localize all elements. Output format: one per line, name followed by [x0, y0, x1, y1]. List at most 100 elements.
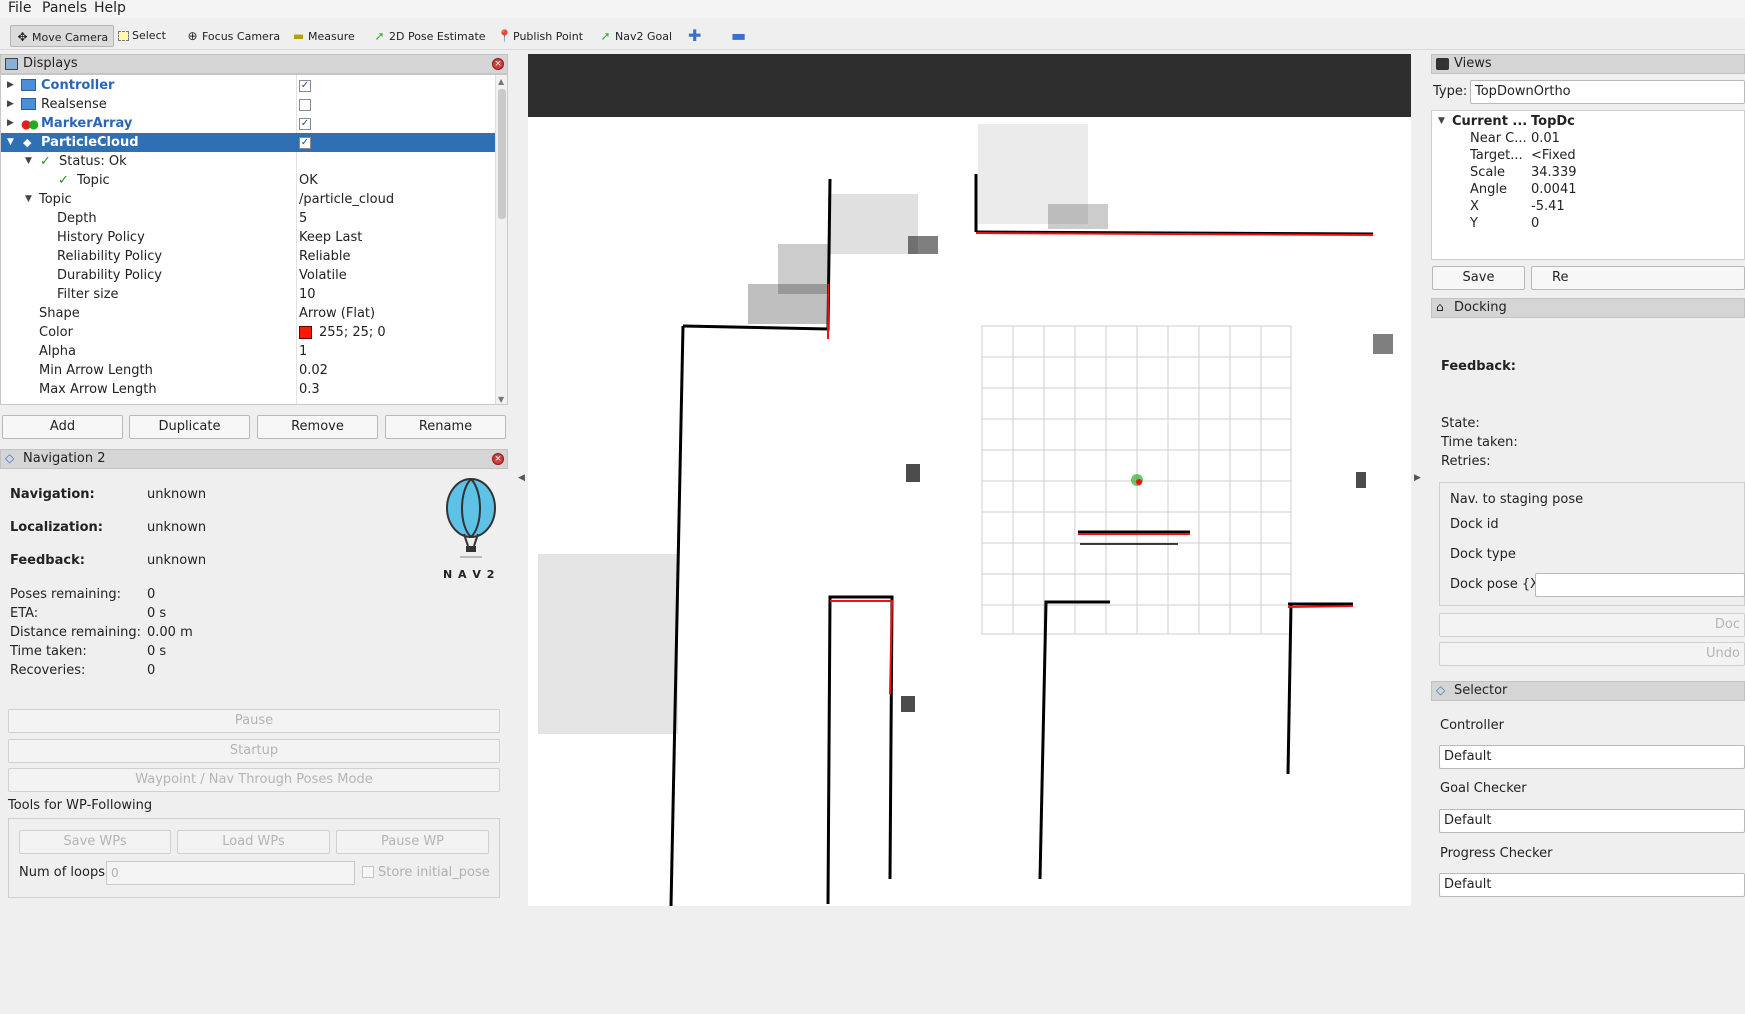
map-pin-icon: 📍	[497, 29, 512, 43]
expand-arrow-icon[interactable]: ▶	[7, 76, 14, 95]
display-item-markerarray[interactable]: ▶ ●● MarkerArray ✓	[1, 114, 495, 133]
scroll-up-icon[interactable]: ▲	[498, 77, 504, 86]
remove-view-button[interactable]: Re	[1531, 266, 1745, 290]
collapse-arrow-icon[interactable]: ▼	[7, 133, 14, 152]
map-canvas[interactable]	[528, 54, 1411, 906]
property-value: 34.339	[1531, 165, 1577, 180]
duplicate-display-button[interactable]: Duplicate	[129, 415, 250, 439]
collapse-left-icon[interactable]: ◀	[518, 473, 525, 483]
view-prop-row[interactable]: Scale 34.339	[1432, 164, 1744, 181]
measure-tool[interactable]: ▬ Measure	[292, 25, 355, 47]
displays-panel-header: Displays ×	[0, 54, 508, 74]
ruler-icon: ▬	[292, 29, 305, 43]
load-wps-button[interactable]: Load WPs	[177, 830, 330, 854]
property-shape[interactable]: Shape Arrow (Flat)	[1, 304, 495, 323]
view-prop-row[interactable]: Near C... 0.01	[1432, 130, 1744, 147]
topic-status-row[interactable]: ✓ Topic OK	[1, 171, 495, 190]
pause-button[interactable]: Pause	[8, 709, 500, 733]
goal-checker-select[interactable]: Default	[1439, 809, 1745, 833]
expand-arrow-icon[interactable]: ▶	[7, 95, 14, 114]
expand-arrow-icon[interactable]: ▶	[7, 114, 14, 133]
view-prop-row[interactable]: Target... <Fixed	[1432, 147, 1744, 164]
focus-camera-tool[interactable]: ⊕ Focus Camera	[186, 25, 280, 47]
property-min-arrow[interactable]: Min Arrow Length 0.02	[1, 361, 495, 380]
property-alpha[interactable]: Alpha 1	[1, 342, 495, 361]
scrollbar-thumb[interactable]	[498, 89, 506, 219]
save-view-button[interactable]: Save	[1432, 266, 1525, 290]
view-type-select[interactable]: TopDownOrtho	[1470, 80, 1745, 104]
property-label: Scale	[1470, 165, 1505, 180]
eta-label: ETA:	[10, 606, 39, 621]
display-item-controller[interactable]: ▶ Controller ✓	[1, 76, 495, 95]
remove-tool-button[interactable]: ▬	[731, 25, 746, 47]
displays-tree: ▶ Controller ✓ ▶ Realsense ▶ ●● MarkerAr…	[0, 74, 508, 405]
property-max-arrow[interactable]: Max Arrow Length 0.3	[1, 380, 495, 399]
selector-panel-header: ◇ Selector	[1431, 681, 1745, 701]
display-item-particlecloud[interactable]: ▼ ◆ ParticleCloud ✓	[1, 133, 495, 152]
menu-panels[interactable]: Panels	[42, 0, 87, 17]
add-display-button[interactable]: Add	[2, 415, 123, 439]
close-icon[interactable]: ×	[492, 453, 504, 465]
property-value: Reliable	[299, 249, 351, 264]
property-filter-size[interactable]: Filter size 10	[1, 285, 495, 304]
nav2-logo-text: N A V 2	[443, 568, 496, 581]
displays-scrollbar[interactable]: ▲ ▼	[495, 75, 507, 404]
collapse-arrow-icon[interactable]: ▼	[25, 190, 32, 209]
status-row[interactable]: ▼ ✓ Status: Ok	[1, 152, 495, 171]
status-label: Status: Ok	[59, 154, 127, 169]
color-swatch[interactable]	[299, 326, 312, 339]
pose-estimate-tool[interactable]: ➚ 2D Pose Estimate	[373, 25, 485, 47]
publish-point-tool[interactable]: 📍Publish Point	[497, 25, 583, 47]
property-history[interactable]: History Policy Keep Last	[1, 228, 495, 247]
display-item-realsense[interactable]: ▶ Realsense	[1, 95, 495, 114]
undock-button[interactable]: Undo	[1439, 642, 1745, 666]
dock-pose-x-input[interactable]	[1535, 573, 1745, 597]
display-checkbox[interactable]: ✓	[299, 118, 311, 130]
store-initial-checkbox[interactable]	[362, 866, 374, 878]
waypoint-mode-button[interactable]: Waypoint / Nav Through Poses Mode	[8, 768, 500, 792]
view-prop-row[interactable]: Angle 0.0041	[1432, 181, 1744, 198]
current-view-row[interactable]: ▼ Current ... TopDc	[1432, 113, 1744, 130]
rename-display-button[interactable]: Rename	[385, 415, 506, 439]
display-checkbox[interactable]: ✓	[299, 80, 311, 92]
progress-checker-select[interactable]: Default	[1439, 873, 1745, 897]
select-tool[interactable]: Select	[118, 25, 166, 47]
robot-particles	[1131, 474, 1143, 486]
view-prop-row[interactable]: Y 0	[1432, 215, 1744, 232]
close-icon[interactable]: ×	[492, 58, 504, 70]
property-color[interactable]: Color 255; 25; 0	[1, 323, 495, 342]
menu-help[interactable]: Help	[94, 0, 126, 17]
display-checkbox[interactable]: ✓	[299, 137, 311, 149]
move-camera-tool[interactable]: ✥ Move Camera	[10, 25, 115, 47]
nav2-goal-tool[interactable]: ➚ Nav2 Goal	[599, 25, 672, 47]
collapse-arrow-icon[interactable]: ▼	[1438, 113, 1445, 130]
property-label: Target...	[1470, 148, 1523, 163]
dock-button[interactable]: Doc	[1439, 613, 1745, 637]
startup-button[interactable]: Startup	[8, 739, 500, 763]
property-reliability[interactable]: Reliability Policy Reliable	[1, 247, 495, 266]
num-loops-input[interactable]: 0	[106, 861, 355, 885]
diamond-icon: ◇	[5, 451, 15, 465]
property-durability[interactable]: Durability Policy Volatile	[1, 266, 495, 285]
feedback-value: unknown	[147, 553, 207, 568]
render-viewport[interactable]	[528, 54, 1411, 906]
controller-select[interactable]: Default	[1439, 745, 1745, 769]
plus-icon: ✚	[688, 26, 702, 45]
scroll-down-icon[interactable]: ▼	[498, 395, 504, 404]
menu-file[interactable]: File	[8, 0, 31, 17]
view-prop-row[interactable]: X -5.41	[1432, 198, 1744, 215]
property-topic[interactable]: ▼ Topic /particle_cloud	[1, 190, 495, 209]
display-label: Realsense	[41, 97, 107, 112]
property-label: Alpha	[39, 344, 76, 359]
property-depth[interactable]: Depth 5	[1, 209, 495, 228]
collapse-right-icon[interactable]: ▶	[1414, 473, 1421, 483]
remove-display-button[interactable]: Remove	[257, 415, 378, 439]
collapse-arrow-icon[interactable]: ▼	[25, 152, 32, 171]
store-initial-label: Store initial_pose	[378, 865, 490, 880]
display-checkbox[interactable]	[299, 99, 311, 111]
save-wps-button[interactable]: Save WPs	[19, 830, 171, 854]
add-tool-button[interactable]: ✚	[688, 25, 701, 47]
pause-wp-button[interactable]: Pause WP	[336, 830, 489, 854]
dock-pose-label: Dock pose {X	[1450, 577, 1540, 592]
nav-staging-checkbox-label[interactable]: Nav. to staging pose	[1450, 492, 1583, 507]
